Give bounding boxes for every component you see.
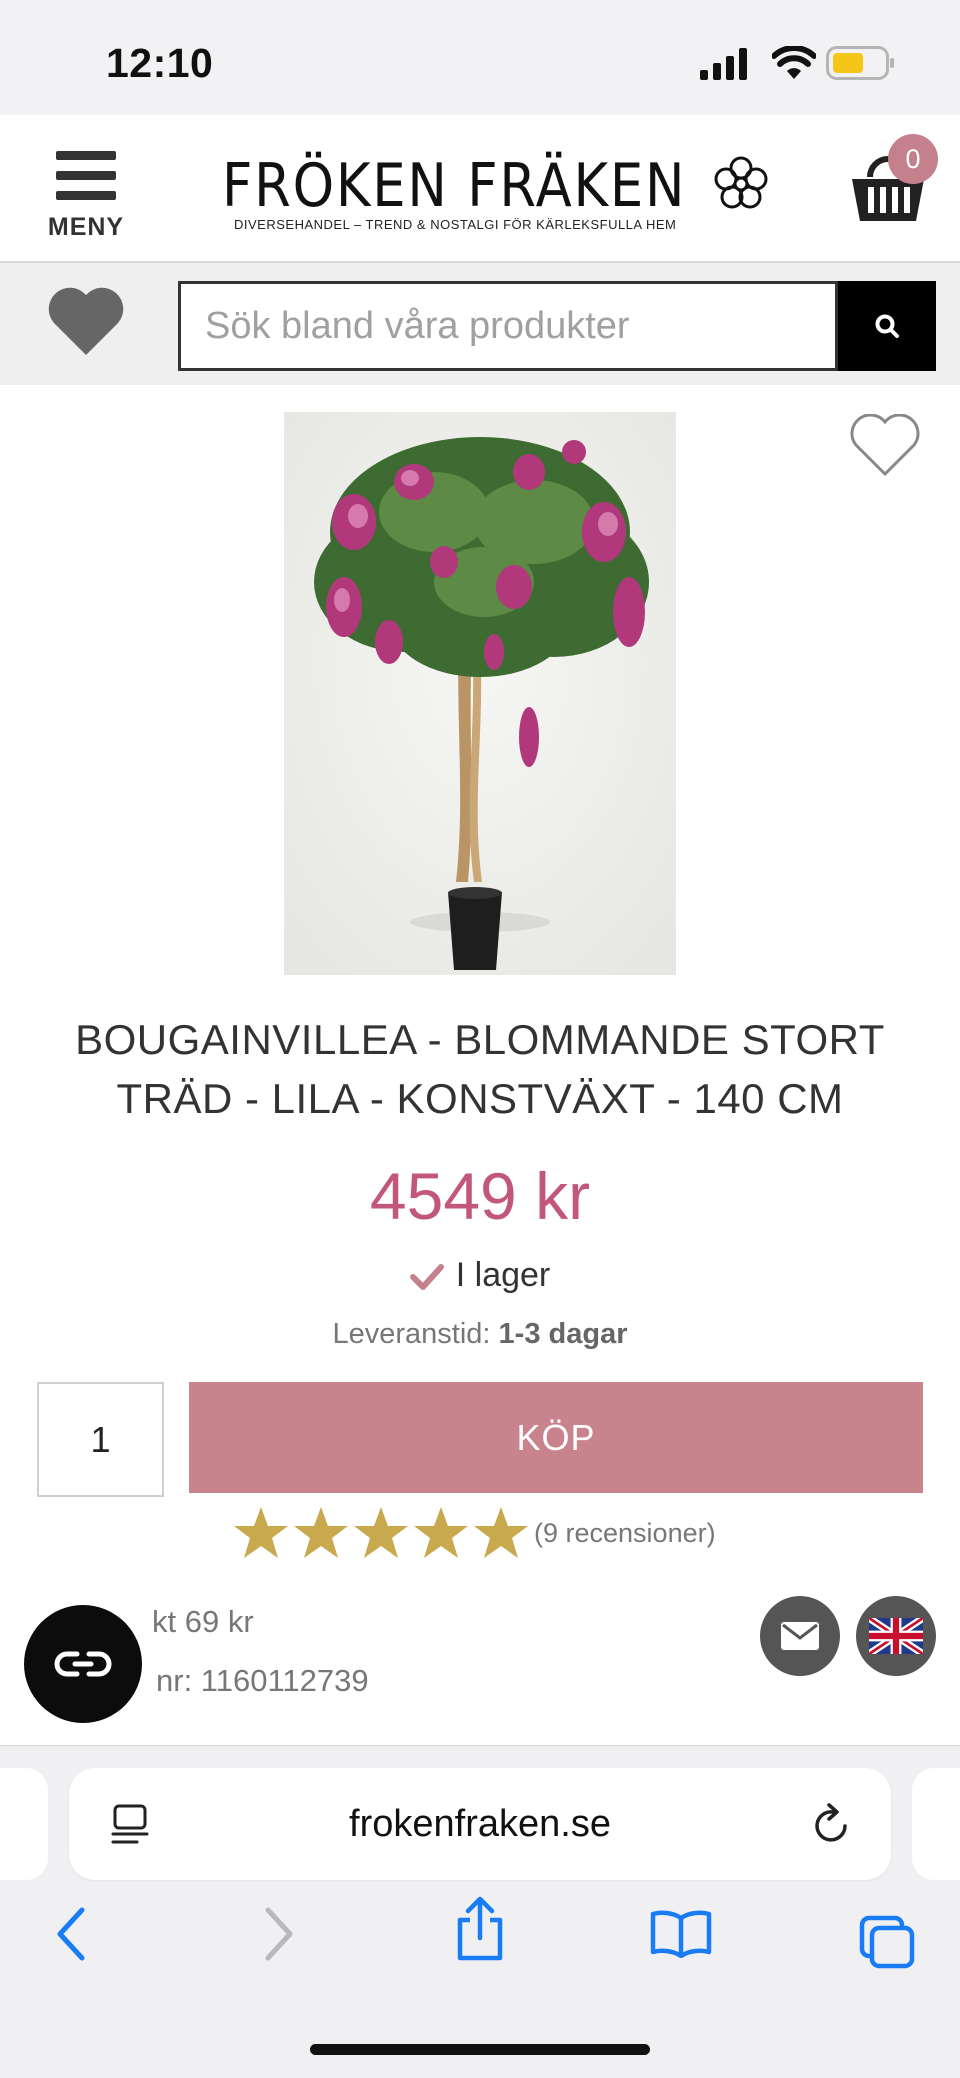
site-header: MENY FRÖKEN FRÄKEN DIVERSEHANDEL – TREND… [0,115,960,263]
cart-count-badge: 0 [888,134,938,184]
product-title: BOUGAINVILLEA - BLOMMANDE STORT TRÄD - L… [75,1016,885,1122]
search-input[interactable] [178,281,838,371]
flower-icon [714,156,768,209]
share-icon[interactable] [452,1896,508,1962]
search-row [0,263,960,385]
reload-icon[interactable] [811,1802,853,1846]
forward-icon[interactable] [262,1906,296,1962]
menu-button[interactable]: MENY [40,151,132,251]
envelope-icon [781,1622,819,1650]
stock-label: I lager [455,1256,551,1294]
logo-title: FRÖKEN FRÄKEN [222,151,687,221]
logo-subtitle: DIVERSEHANDEL – TREND & NOSTALGI FÖR KÄR… [234,217,677,232]
product-price: 4549 kr [369,1159,591,1233]
uk-flag-icon [869,1618,923,1654]
bookmarks-icon[interactable] [650,1908,712,1958]
search-icon [875,314,899,338]
tabs-icon[interactable] [858,1914,916,1970]
hamburger-icon-bar [56,171,116,180]
back-icon[interactable] [54,1906,88,1962]
home-indicator [310,2044,650,2055]
url-text: frokenfraken.se [349,1803,611,1845]
language-english-button[interactable] [856,1596,936,1676]
star-icon [354,1507,408,1558]
rating-stars[interactable]: (9 recensioner) [232,1502,716,1564]
stock-status: I lager [0,1256,960,1295]
chat-icon [54,1651,112,1677]
search-button[interactable] [838,281,936,371]
delivery-value: 1-3 dagar [498,1318,628,1350]
product-image[interactable] [284,412,676,975]
quantity-input[interactable] [37,1382,164,1497]
menu-label: MENY [47,213,125,241]
wishlist-heart-icon[interactable] [46,285,126,357]
wifi-icon [772,46,816,79]
shipping-cost: kt 69 kr [152,1604,254,1639]
address-bar[interactable]: frokenfraken.se [69,1768,891,1880]
star-icon [414,1507,468,1558]
previous-tab-preview[interactable] [0,1768,48,1880]
checkmark-icon [409,1264,444,1291]
delivery-label: Leveranstid: [332,1318,491,1350]
star-icon [474,1507,528,1558]
site-logo[interactable]: FRÖKEN FRÄKEN DIVERSEHANDEL – TREND & NO… [222,151,772,241]
star-icon [294,1507,348,1558]
cellular-signal-icon [700,48,747,80]
hamburger-icon-bar [56,191,116,200]
chat-widget-button[interactable] [24,1605,142,1723]
favorite-heart-outline-icon[interactable] [848,414,922,478]
battery-icon [826,46,894,80]
article-number: nr: 1160112739 [156,1663,369,1698]
browser-toolbar: frokenfraken.se [0,1745,960,2078]
status-time: 12:10 [106,40,214,86]
status-bar: 12:10 [0,0,960,115]
delivery-time: Leveranstid: 1-3 dagar [0,1318,960,1351]
hamburger-icon-bar [56,151,116,160]
email-button[interactable] [760,1596,840,1676]
bougainvillea-tree-image [284,412,676,975]
buy-button[interactable]: KÖP [189,1382,923,1493]
next-tab-preview[interactable] [912,1768,960,1880]
star-icon [234,1507,288,1558]
review-count[interactable]: (9 recensioner) [534,1518,716,1549]
